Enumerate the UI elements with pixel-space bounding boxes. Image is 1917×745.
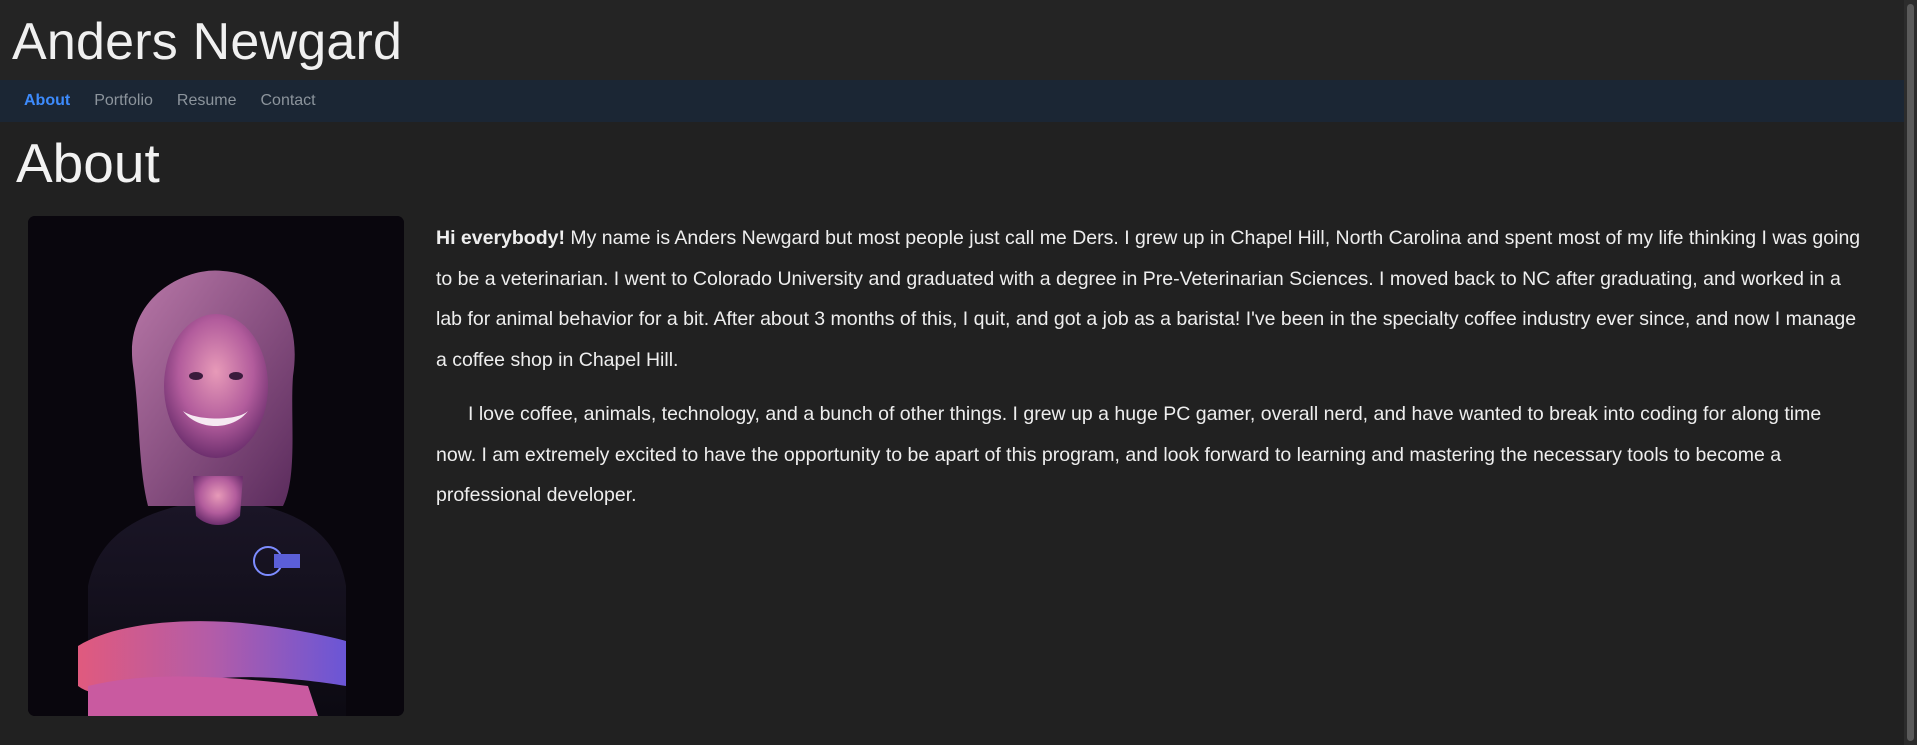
profile-photo <box>28 216 404 716</box>
bio-paragraph-1: Hi everybody! My name is Anders Newgard … <box>436 218 1866 380</box>
bio-paragraph-1-text: My name is Anders Newgard but most peopl… <box>436 227 1861 371</box>
bio-section: Hi everybody! My name is Anders Newgard … <box>436 218 1866 530</box>
main-content: About Hi everybody! My name is Anders Ne… <box>0 0 1917 745</box>
portrait-photo-icon <box>28 216 404 716</box>
page-title: About <box>16 132 160 194</box>
scrollbar-thumb[interactable] <box>1907 4 1914 741</box>
bio-greeting: Hi everybody! <box>436 227 565 249</box>
vertical-scrollbar[interactable] <box>1904 0 1917 745</box>
bio-paragraph-2: I love coffee, animals, technology, and … <box>436 403 1822 506</box>
